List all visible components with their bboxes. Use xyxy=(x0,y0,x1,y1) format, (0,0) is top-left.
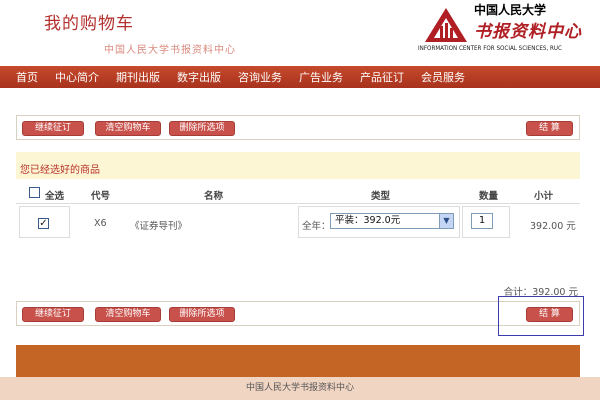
cart-heading-bar: 您已经选好的商品 xyxy=(16,152,580,179)
page-footer: 中国人民大学书报资料中心 xyxy=(0,377,600,400)
logo-emblem-icon xyxy=(425,8,467,42)
nav-item-members[interactable]: 会员服务 xyxy=(421,69,465,85)
cart-table-header: 全选 代号 名称 类型 数量 小计 xyxy=(16,182,580,204)
cart-section: 您已经选好的商品 全选 代号 名称 类型 数量 小计 ✓ X6 《证券导刊》 全… xyxy=(16,144,580,298)
nav-item-subscription[interactable]: 产品征订 xyxy=(360,69,404,85)
column-code: 代号 xyxy=(91,191,111,202)
page-header: 我的购物车 中国人民大学书报资料中心 中国人民大学 书报资料中心 INFORMA… xyxy=(0,0,600,66)
clear-cart-button-bottom[interactable]: 清空购物车 xyxy=(95,307,161,322)
checkout-button[interactable]: 结 算 xyxy=(526,121,573,136)
column-quantity: 数量 xyxy=(479,191,499,202)
nav-item-journals[interactable]: 期刊出版 xyxy=(116,69,160,85)
logo-en-name: INFORMATION CENTER FOR SOCIAL SCIENCES, … xyxy=(418,44,562,52)
cart-heading: 您已经选好的商品 xyxy=(20,165,100,176)
decorative-band xyxy=(16,345,580,377)
top-toolbar: 继续征订 清空购物车 删除所选项 结 算 xyxy=(16,115,580,140)
quantity-input[interactable]: 1 xyxy=(471,213,493,229)
row-checkbox[interactable]: ✓ xyxy=(38,218,49,229)
table-row: ✓ X6 《证券导刊》 全年： 平装：392.0元 ▼ 1 392.00 元 xyxy=(16,206,580,238)
column-name: 名称 xyxy=(204,191,224,202)
bottom-toolbar: 继续征订 清空购物车 删除所选项 结 算 xyxy=(16,301,580,326)
page-subtitle: 中国人民大学书报资料中心 xyxy=(104,45,236,56)
chevron-down-icon[interactable]: ▼ xyxy=(439,214,453,228)
nav-item-about[interactable]: 中心简介 xyxy=(55,69,99,85)
row-code: X6 xyxy=(94,218,107,229)
logo-cn-name: 中国人民大学 xyxy=(474,3,547,17)
row-select-cell: ✓ xyxy=(19,206,70,238)
nav-item-home[interactable]: 首页 xyxy=(16,69,38,85)
nav-item-consulting[interactable]: 咨询业务 xyxy=(238,69,282,85)
page-title: 我的购物车 xyxy=(44,14,134,34)
clear-cart-button[interactable]: 清空购物车 xyxy=(95,121,161,136)
cart-total: 合计：392.00 元 xyxy=(503,287,578,298)
delete-selected-button[interactable]: 删除所选项 xyxy=(169,121,235,136)
site-logo[interactable]: 中国人民大学 书报资料中心 INFORMATION CENTER FOR SOC… xyxy=(418,0,600,66)
main-nav: 首页 中心简介 期刊出版 数字出版 咨询业务 广告业务 产品征订 会员服务 xyxy=(0,66,600,88)
select-all-label[interactable]: 全选 xyxy=(45,188,64,202)
edition-select[interactable]: 平装：392.0元 ▼ xyxy=(330,213,454,229)
logo-brand-name: 书报资料中心 xyxy=(474,22,582,42)
nav-item-digital[interactable]: 数字出版 xyxy=(177,69,221,85)
column-type: 类型 xyxy=(371,191,391,202)
select-all-checkbox[interactable] xyxy=(29,187,40,198)
edition-selected-value: 平装：392.0元 xyxy=(335,215,401,226)
nav-item-advertising[interactable]: 广告业务 xyxy=(299,69,343,85)
delete-selected-button-bottom[interactable]: 删除所选项 xyxy=(169,307,235,322)
row-name: 《证券导刊》 xyxy=(130,221,188,232)
continue-order-button-bottom[interactable]: 继续征订 xyxy=(22,307,84,322)
row-subtotal: 392.00 元 xyxy=(530,221,576,232)
continue-order-button[interactable]: 继续征订 xyxy=(22,121,84,136)
row-period: 全年： xyxy=(302,221,331,232)
focus-highlight xyxy=(498,296,584,336)
column-subtotal: 小计 xyxy=(534,191,554,202)
